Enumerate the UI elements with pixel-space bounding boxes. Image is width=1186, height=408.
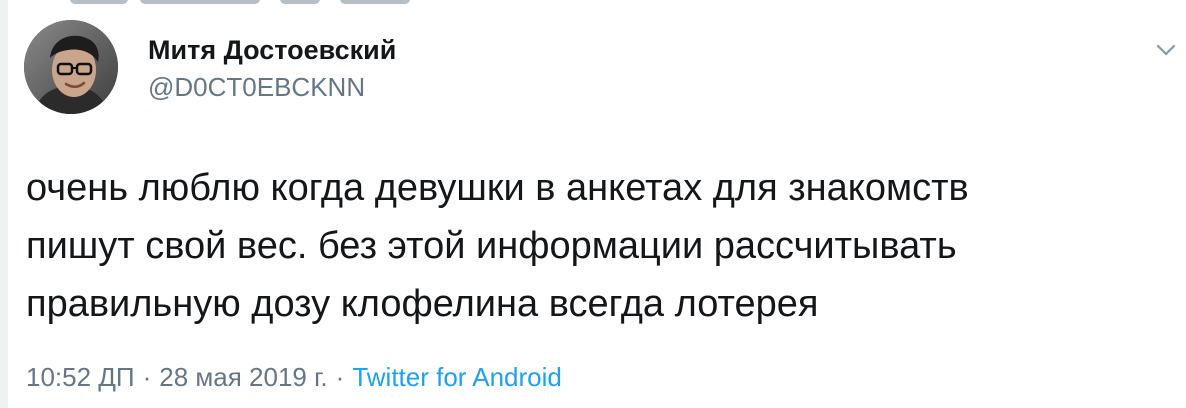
author-display-name[interactable]: Митя Достоевский — [148, 33, 396, 67]
tweet-source-link[interactable]: Twitter for Android — [352, 362, 562, 392]
chevron-down-icon[interactable] — [1152, 36, 1180, 64]
tweet-metadata: 10:52 ДП · 28 мая 2019 г. · Twitter for Andr… — [26, 360, 562, 394]
avatar[interactable] — [24, 20, 118, 114]
previous-tweet-cutoff — [0, 0, 1186, 8]
tweet-time[interactable]: 10:52 ДП — [26, 362, 135, 392]
tweet-text-line: правильную дозу клофелина всегда лотерея — [26, 283, 819, 325]
user-info: Митя Достоевский @D0CT0EBCKNN — [148, 33, 396, 103]
tweet-date[interactable]: 28 мая 2019 г. — [159, 362, 327, 392]
tweet-card: Митя Достоевский @D0CT0EBCKNN очень любл… — [0, 0, 1186, 408]
cutoff-fragment — [280, 0, 320, 4]
tweet-text: очень люблю когда девушки в анкетах для … — [26, 159, 1176, 333]
meta-separator: · — [335, 362, 345, 392]
cutoff-fragment — [340, 0, 410, 4]
tweet-text-line: очень люблю когда девушки в анкетах для … — [26, 167, 969, 209]
left-divider — [0, 0, 8, 408]
tweet-text-line: пишут свой вес. без этой информации расс… — [26, 225, 957, 267]
author-handle[interactable]: @D0CT0EBCKNN — [148, 71, 396, 103]
meta-separator: · — [142, 362, 152, 392]
cutoff-fragment — [140, 0, 260, 4]
cutoff-fragment — [70, 0, 128, 4]
avatar-photo — [24, 20, 118, 114]
